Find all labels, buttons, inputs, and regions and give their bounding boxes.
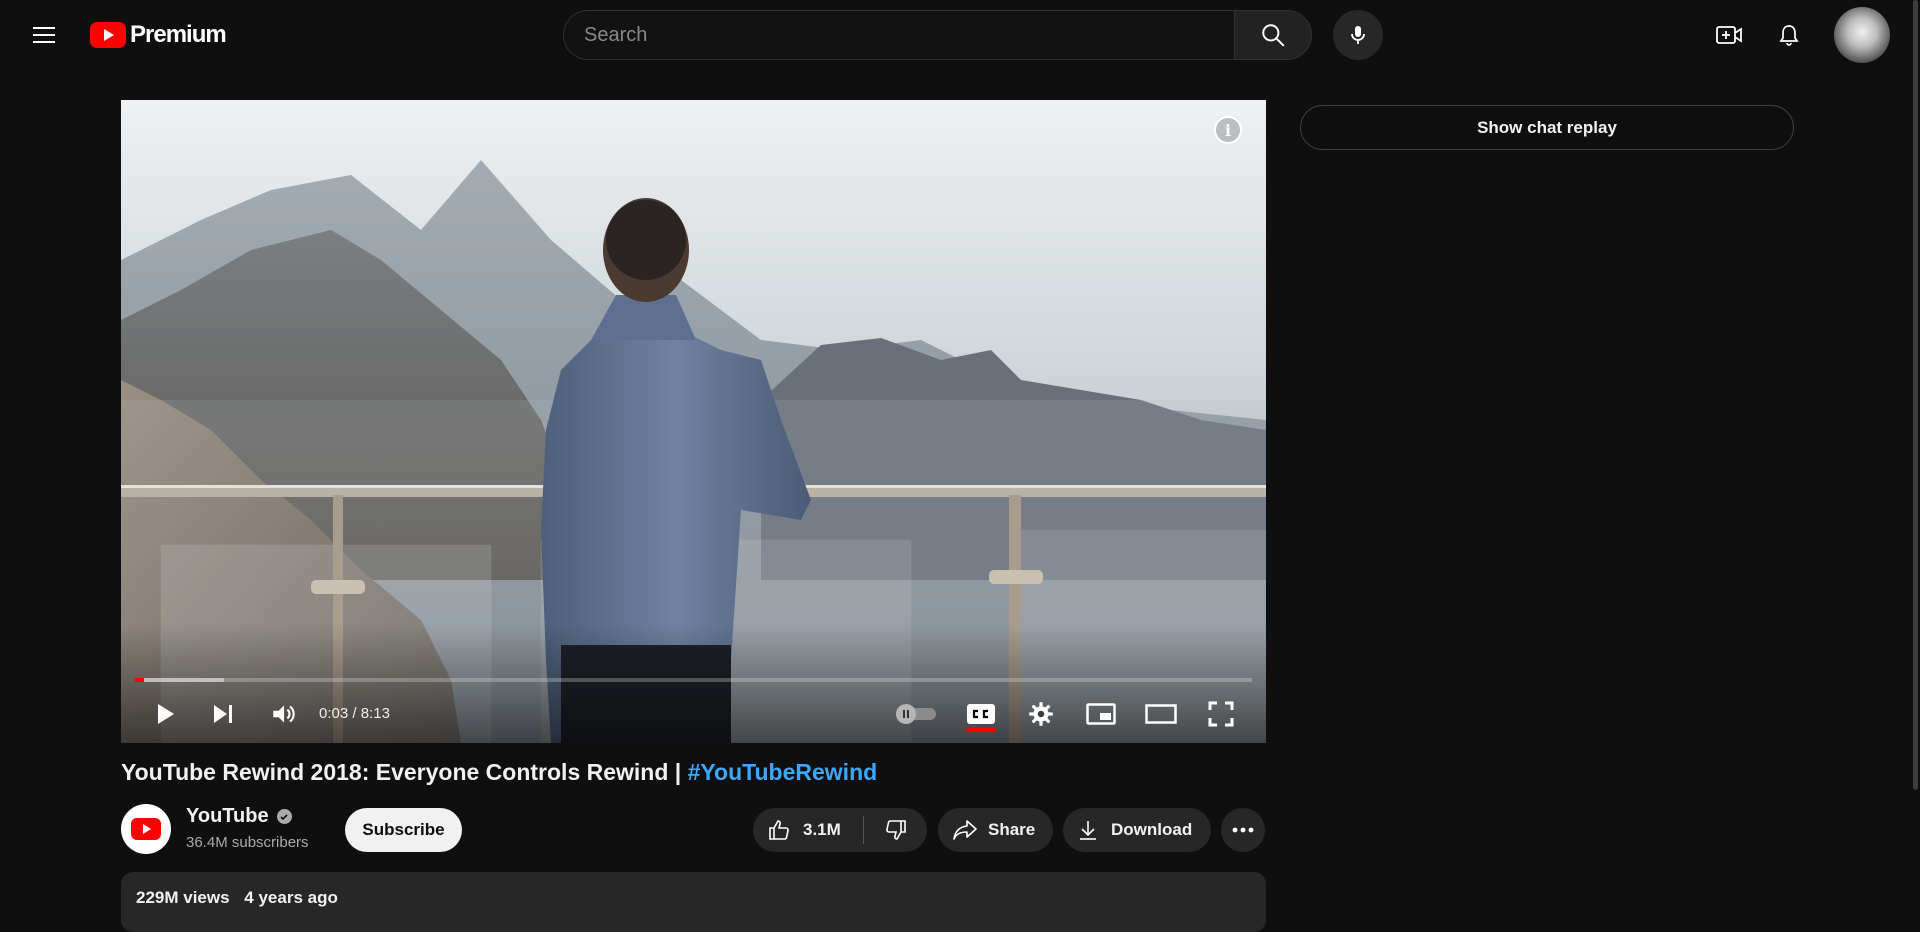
microphone-icon xyxy=(1351,26,1365,44)
progress-loaded xyxy=(135,678,225,682)
download-label: Download xyxy=(1111,820,1193,839)
video-player[interactable]: i 0:03 / 8:13 xyxy=(121,100,1266,743)
pause-knob-icon xyxy=(896,704,916,724)
miniplayer-icon xyxy=(1086,703,1116,725)
notifications-button[interactable] xyxy=(1769,15,1809,55)
subscriber-count: 36.4M subscribers xyxy=(186,834,309,851)
gear-icon xyxy=(1029,702,1053,726)
mute-button[interactable] xyxy=(261,692,305,736)
create-video-icon xyxy=(1716,26,1742,44)
show-chat-replay-button[interactable]: Show chat replay xyxy=(1300,105,1794,150)
theater-mode-icon xyxy=(1145,704,1177,724)
play-button[interactable] xyxy=(143,692,187,736)
next-button[interactable] xyxy=(201,692,245,736)
subscribe-button[interactable]: Subscribe xyxy=(345,808,462,852)
fullscreen-button[interactable] xyxy=(1199,692,1243,736)
scrollbar-thumb[interactable] xyxy=(1913,0,1918,790)
play-icon xyxy=(158,704,174,724)
like-dislike-group: 3.1M xyxy=(753,808,927,852)
more-horizontal-icon xyxy=(1232,827,1254,833)
share-label: Share xyxy=(988,820,1036,839)
current-time: 0:03 xyxy=(319,705,349,722)
like-button[interactable]: 3.1M xyxy=(753,808,863,852)
closed-captions-icon xyxy=(967,704,995,724)
description-box[interactable]: 229M views 4 years ago xyxy=(121,872,1266,932)
dislike-button[interactable] xyxy=(864,808,927,852)
miniplayer-button[interactable] xyxy=(1079,692,1123,736)
verified-check-icon xyxy=(276,809,292,824)
autoplay-toggle[interactable] xyxy=(896,704,938,724)
more-actions-button[interactable] xyxy=(1221,808,1265,852)
settings-button[interactable] xyxy=(1019,692,1063,736)
fullscreen-icon xyxy=(1208,701,1234,727)
duration: 8:13 xyxy=(360,705,390,722)
theater-mode-button[interactable] xyxy=(1139,692,1183,736)
thumbs-up-icon xyxy=(769,820,789,840)
hashtag-link[interactable]: #YouTubeRewind xyxy=(688,759,878,785)
youtube-play-logo-icon xyxy=(90,22,126,48)
share-button[interactable]: Share xyxy=(938,808,1053,852)
guide-menu-button[interactable] xyxy=(24,15,64,55)
download-icon xyxy=(1080,821,1096,840)
account-avatar[interactable] xyxy=(1834,7,1890,63)
captions-active-indicator xyxy=(966,728,996,732)
video-title: YouTube Rewind 2018: Everyone Controls R… xyxy=(121,759,1266,786)
progress-played xyxy=(135,678,144,682)
channel-name-text: YouTube xyxy=(186,805,269,827)
progress-bar[interactable] xyxy=(135,678,1252,682)
view-count: 229M views xyxy=(136,888,230,907)
like-count: 3.1M xyxy=(803,820,841,839)
voice-search-button[interactable] xyxy=(1333,10,1383,60)
logo-text: Premium xyxy=(130,21,227,48)
share-icon xyxy=(953,820,977,840)
time-separator: / xyxy=(352,705,357,722)
search-box xyxy=(563,10,1235,60)
masthead: Premium xyxy=(0,0,1920,70)
download-button[interactable]: Download xyxy=(1063,808,1211,852)
bell-icon xyxy=(1779,25,1799,46)
thumbs-down-icon xyxy=(885,820,906,840)
search-input[interactable] xyxy=(564,11,1235,59)
time-display: 0:03 / 8:13 xyxy=(319,692,390,736)
youtube-logo-icon xyxy=(131,818,161,840)
hamburger-menu-icon xyxy=(33,27,55,43)
upload-age: 4 years ago xyxy=(244,888,338,907)
video-title-text: YouTube Rewind 2018: Everyone Controls R… xyxy=(121,759,688,785)
search-icon xyxy=(1262,24,1285,47)
create-button[interactable] xyxy=(1709,15,1749,55)
channel-avatar[interactable] xyxy=(121,804,171,854)
search-button[interactable] xyxy=(1234,10,1312,60)
info-icon[interactable]: i xyxy=(1214,116,1242,144)
volume-icon xyxy=(273,705,295,723)
skip-next-icon xyxy=(214,705,232,723)
channel-name[interactable]: YouTube xyxy=(186,805,292,828)
youtube-premium-logo[interactable]: Premium xyxy=(90,21,227,48)
page-scrollbar[interactable] xyxy=(1911,0,1920,914)
